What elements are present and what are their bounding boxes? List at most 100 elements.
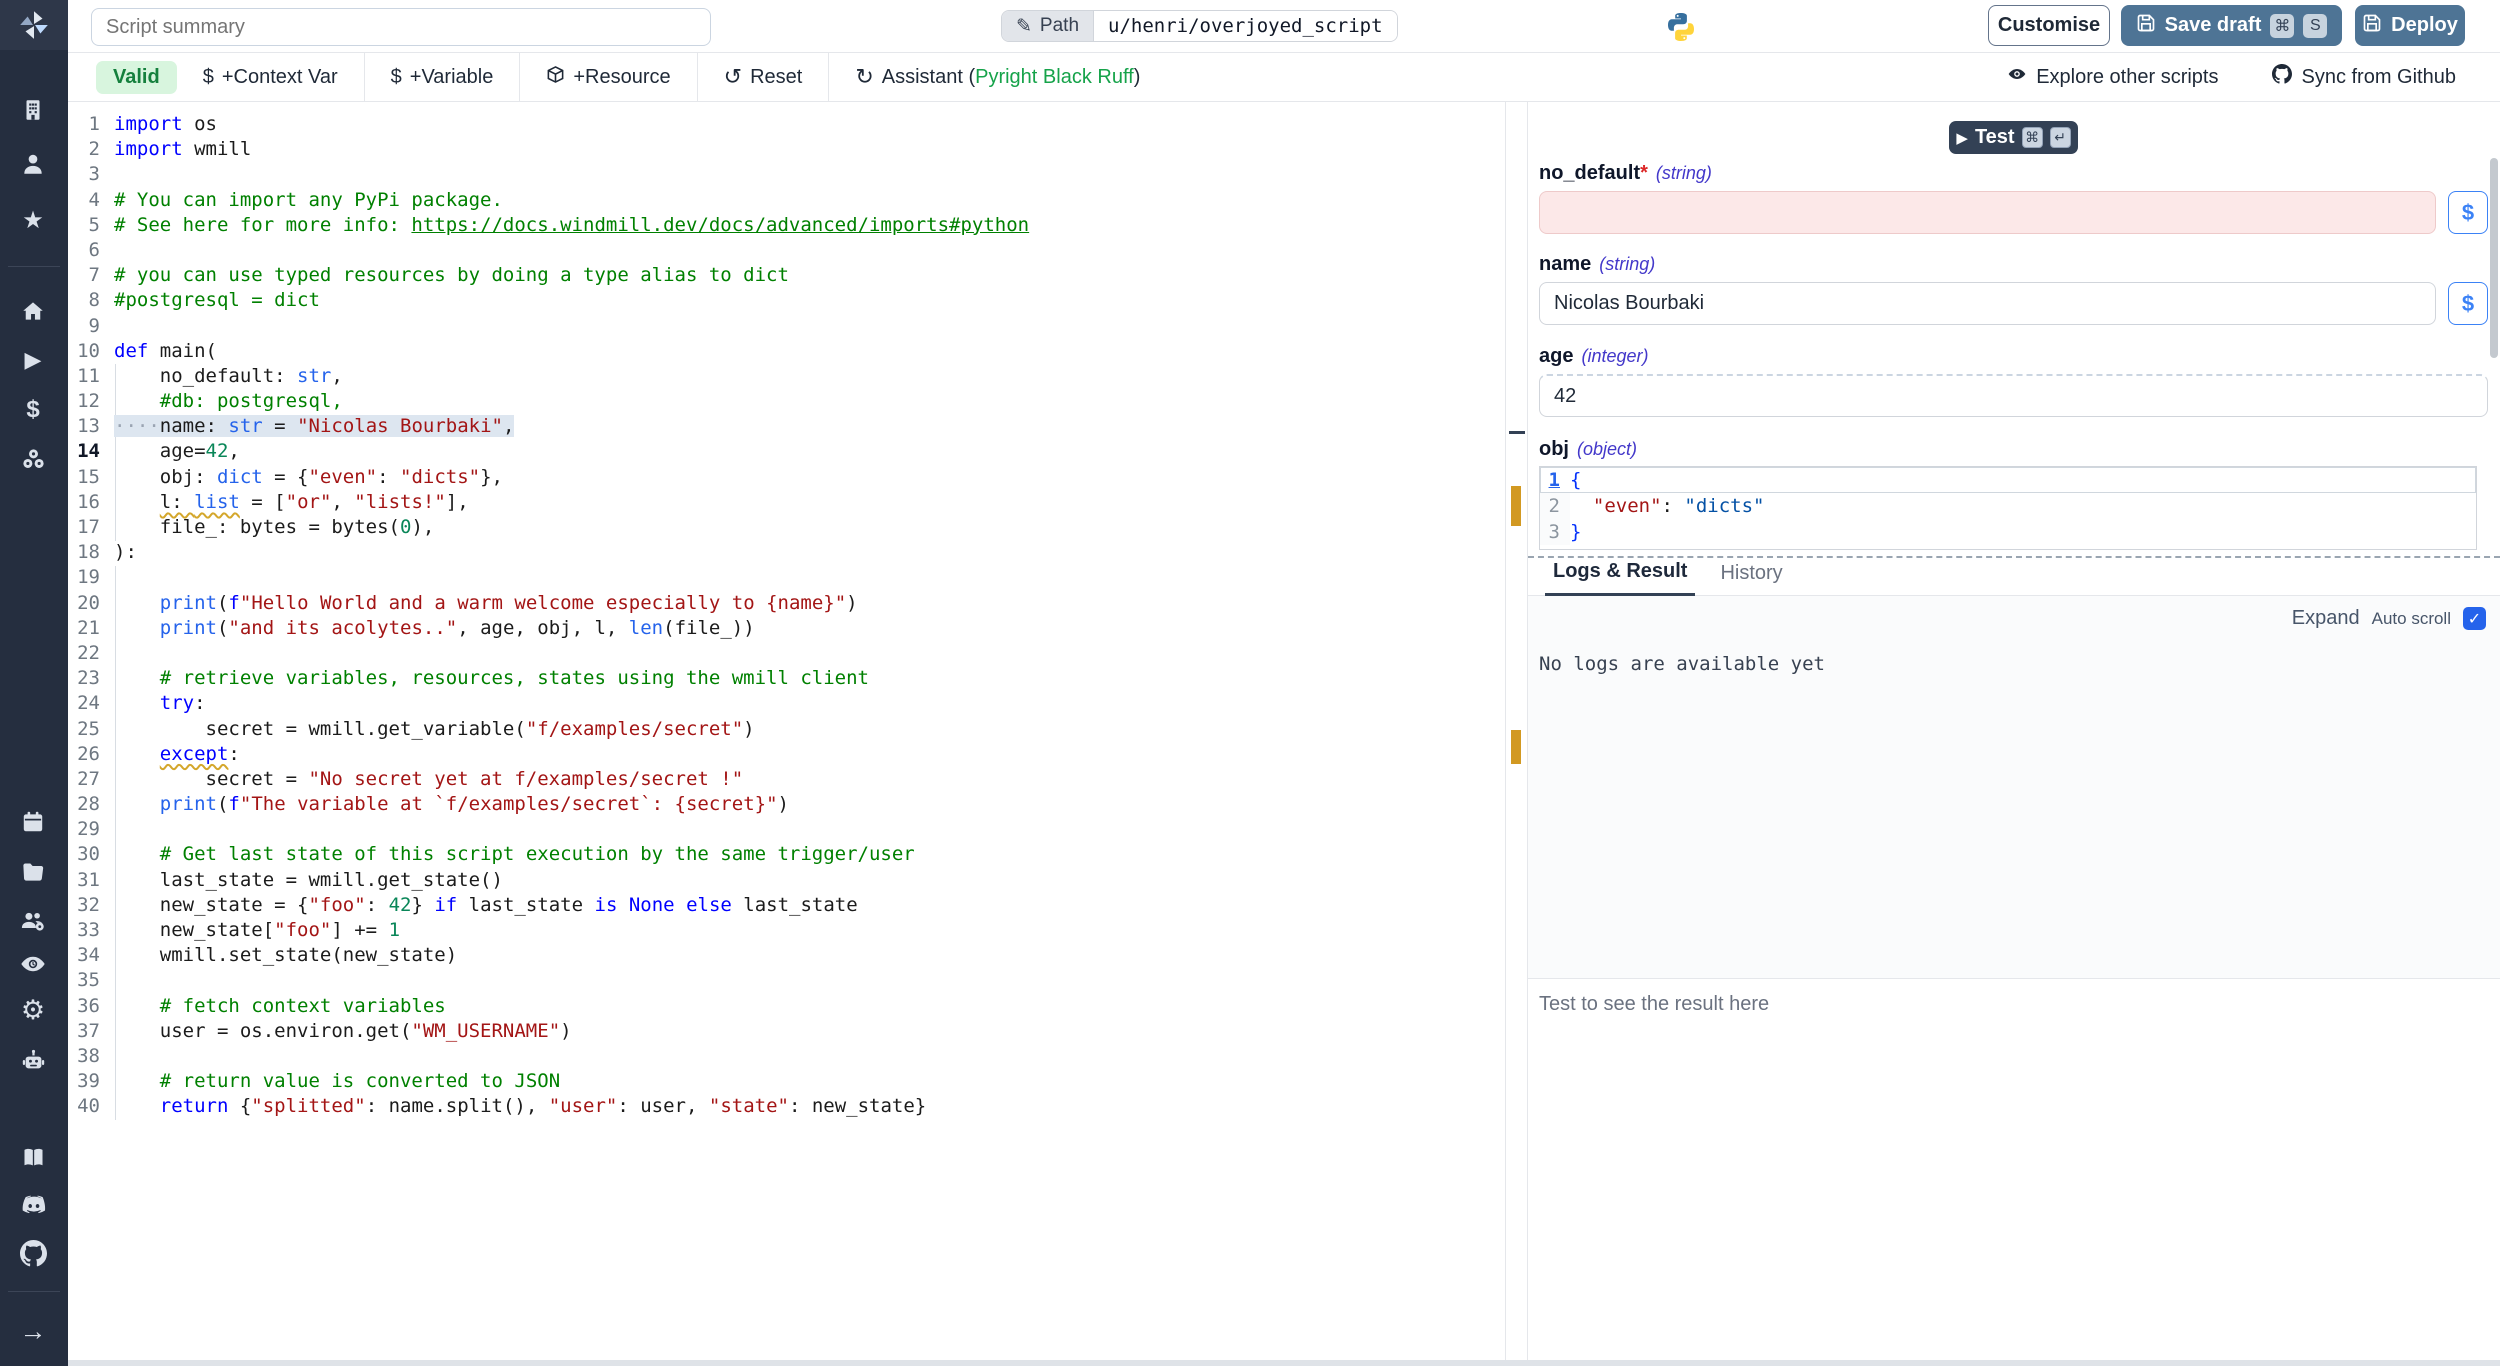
code-editor[interactable]: 1import os2import wmill34# You can impor…: [68, 102, 1505, 1360]
code-line[interactable]: 25 secret = wmill.get_variable("f/exampl…: [68, 717, 1505, 742]
code-line[interactable]: 22: [68, 641, 1505, 666]
code-line[interactable]: 3}: [1540, 519, 2476, 545]
code-line[interactable]: 40 return {"splitted": name.split(), "us…: [68, 1094, 1505, 1119]
code-line[interactable]: 26 except:: [68, 742, 1505, 767]
home-icon[interactable]: [15, 293, 51, 329]
code-line[interactable]: 28 print(f"The variable at `f/examples/s…: [68, 792, 1505, 817]
code-line[interactable]: 24 try:: [68, 691, 1505, 716]
bottom-strip: [68, 1360, 2500, 1366]
workers-robot-icon[interactable]: [15, 1042, 51, 1078]
code-line[interactable]: 1{: [1540, 467, 2476, 493]
save-icon: [2136, 13, 2156, 39]
code-line[interactable]: 18):: [68, 540, 1505, 565]
code-line[interactable]: 2 "even": "dicts": [1540, 493, 2476, 519]
discord-icon[interactable]: [15, 1187, 51, 1223]
code-line[interactable]: 30 # Get last state of this script execu…: [68, 842, 1505, 867]
code-line[interactable]: 39 # return value is converted to JSON: [68, 1069, 1505, 1094]
reset-button[interactable]: ↺ Reset: [698, 53, 829, 101]
right-panel: ▶ Test ⌘ ↵ no_default*(string) $ name(st…: [1528, 102, 2500, 1360]
autoscroll-label: Auto scroll: [2372, 609, 2451, 629]
add-variable-button[interactable]: $ +Variable: [365, 53, 520, 101]
code-line[interactable]: 7# you can use typed resources by doing …: [68, 263, 1505, 288]
play-icon: ▶: [1956, 129, 1968, 147]
code-line[interactable]: 29: [68, 817, 1505, 842]
windmill-logo[interactable]: [0, 0, 68, 50]
panel-splitter[interactable]: [1505, 102, 1528, 1360]
code-line[interactable]: 13····name: str = "Nicolas Bourbaki",: [68, 414, 1505, 439]
code-line[interactable]: 5# See here for more info: https://docs.…: [68, 213, 1505, 238]
obj-json-editor[interactable]: 1{2 "even": "dicts"3}: [1539, 466, 2477, 550]
code-line[interactable]: 9: [68, 314, 1505, 339]
code-line[interactable]: 34 wmill.set_state(new_state): [68, 943, 1505, 968]
code-line[interactable]: 23 # retrieve variables, resources, stat…: [68, 666, 1505, 691]
age-input[interactable]: [1539, 374, 2488, 417]
code-line[interactable]: 15 obj: dict = {"even": "dicts"},: [68, 465, 1505, 490]
folders-icon[interactable]: [15, 854, 51, 890]
customise-button[interactable]: Customise: [1988, 5, 2110, 46]
code-line[interactable]: 10def main(: [68, 339, 1505, 364]
variables-dollar-icon[interactable]: $: [15, 392, 51, 428]
code-line[interactable]: 27 secret = "No secret yet at f/examples…: [68, 767, 1505, 792]
code-line[interactable]: 33 new_state["foo"] += 1: [68, 918, 1505, 943]
docs-book-icon[interactable]: [15, 1139, 51, 1175]
resources-cubes-icon[interactable]: [15, 441, 51, 477]
collapse-arrow-icon[interactable]: →: [15, 1313, 51, 1349]
favorites-star-icon[interactable]: ★: [15, 202, 51, 238]
code-line[interactable]: 6: [68, 238, 1505, 263]
code-line[interactable]: 19: [68, 565, 1505, 590]
audit-eye-icon[interactable]: [15, 946, 51, 982]
name-input[interactable]: [1539, 282, 2436, 325]
script-summary-input[interactable]: [91, 8, 711, 46]
tab-logs-result[interactable]: Logs & Result: [1545, 560, 1695, 596]
form-scrollbar[interactable]: [2490, 158, 2498, 358]
code-line[interactable]: 36 # fetch context variables: [68, 994, 1505, 1019]
code-line[interactable]: 11 no_default: str,: [68, 364, 1505, 389]
code-line[interactable]: 38: [68, 1044, 1505, 1069]
code-line[interactable]: 16 l: list = ["or", "lists!"],: [68, 490, 1505, 515]
code-line[interactable]: 37 user = os.environ.get("WM_USERNAME"): [68, 1019, 1505, 1044]
code-line[interactable]: 8#postgresql = dict: [68, 288, 1505, 313]
code-line[interactable]: 1import os: [68, 112, 1505, 137]
no-default-input[interactable]: [1539, 191, 2436, 234]
github-icon[interactable]: [15, 1235, 51, 1271]
dollar-icon: $: [391, 66, 402, 89]
code-line[interactable]: 31 last_state = wmill.get_state(): [68, 868, 1505, 893]
schedules-calendar-icon[interactable]: [15, 804, 51, 840]
code-line[interactable]: 12 #db: postgresql,: [68, 389, 1505, 414]
add-context-var-button[interactable]: $ +Context Var: [177, 53, 364, 101]
code-line[interactable]: 20 print(f"Hello World and a warm welcom…: [68, 591, 1505, 616]
code-line[interactable]: 32 new_state = {"foo": 42} if last_state…: [68, 893, 1505, 918]
explore-other-scripts-link[interactable]: Explore other scripts: [2007, 64, 2218, 90]
expand-logs-link[interactable]: Expand: [2292, 607, 2360, 630]
runs-play-icon[interactable]: ▶: [15, 342, 51, 378]
code-line[interactable]: 4# You can import any PyPi package.: [68, 188, 1505, 213]
s-key-badge: S: [2303, 14, 2327, 38]
insert-variable-button[interactable]: $: [2448, 282, 2488, 325]
code-line[interactable]: 3: [68, 162, 1505, 187]
code-line[interactable]: 2import wmill: [68, 137, 1505, 162]
assistant-button[interactable]: ↻ Assistant (Pyright Black Ruff): [829, 53, 1166, 101]
test-button[interactable]: ▶ Test ⌘ ↵: [1949, 121, 2078, 154]
code-line[interactable]: 21 print("and its acolytes..", age, obj,…: [68, 616, 1505, 641]
workspace-icon[interactable]: [15, 92, 51, 128]
settings-gear-icon[interactable]: ⚙: [15, 992, 51, 1028]
splitter-handle[interactable]: [1509, 431, 1525, 434]
eye-icon: [2007, 64, 2027, 90]
undo-icon: ↺: [724, 64, 742, 90]
field-label-age: age(integer): [1539, 345, 1649, 368]
path-badge[interactable]: ✎ Path u/henri/overjoyed_script: [1001, 10, 1398, 42]
code-line[interactable]: 14 age=42,: [68, 439, 1505, 464]
add-resource-button[interactable]: +Resource: [520, 53, 696, 101]
sync-from-github-link[interactable]: Sync from Github: [2272, 64, 2456, 90]
groups-icon[interactable]: [15, 903, 51, 939]
tab-history[interactable]: History: [1712, 562, 1790, 595]
autoscroll-checkbox[interactable]: ✓: [2463, 607, 2486, 630]
code-line[interactable]: 17 file_: bytes = bytes(0),: [68, 515, 1505, 540]
insert-variable-button[interactable]: $: [2448, 191, 2488, 234]
topbar: ✎ Path u/henri/overjoyed_script Customis…: [68, 0, 2500, 53]
code-line[interactable]: 35: [68, 968, 1505, 993]
path-value: u/henri/overjoyed_script: [1093, 11, 1397, 41]
deploy-button[interactable]: Deploy: [2355, 5, 2465, 46]
save-draft-button[interactable]: Save draft ⌘ S: [2121, 5, 2342, 46]
user-icon[interactable]: [15, 146, 51, 182]
